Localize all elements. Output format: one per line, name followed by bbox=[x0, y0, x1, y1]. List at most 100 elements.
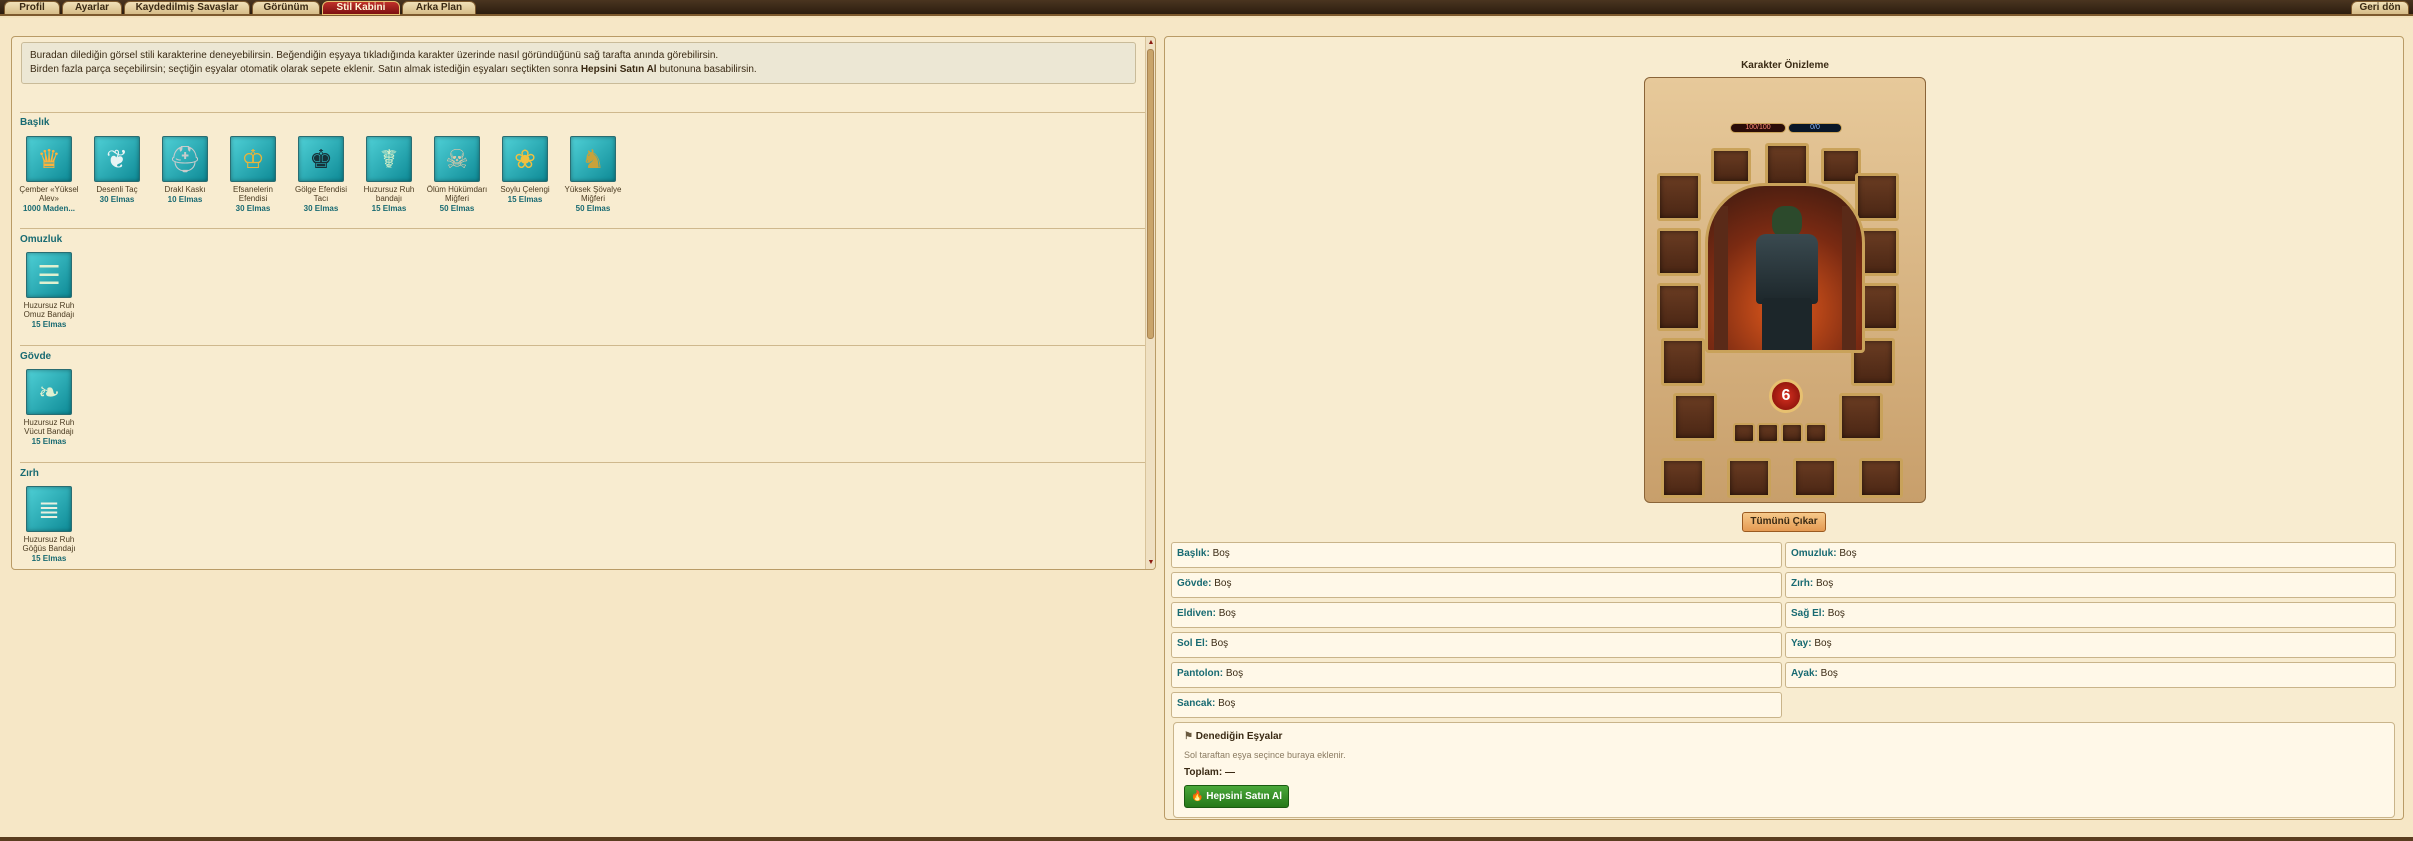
equipment-row-omuzluk: Omuzluk: Boş bbox=[1785, 542, 2396, 568]
item-name: Ölüm Hükümdarı Miğferi bbox=[426, 185, 488, 203]
slot-left-5[interactable] bbox=[1673, 393, 1717, 441]
level-badge: 6 bbox=[1769, 379, 1803, 413]
tab-profil[interactable]: Profil bbox=[4, 1, 60, 15]
items-scrollbar[interactable]: ▲ ▼ bbox=[1145, 37, 1155, 569]
item-cember-yuksel-alev[interactable]: ♛ Çember «Yüksel Alev» 1000 Maden... bbox=[18, 136, 80, 213]
tab-arka-plan[interactable]: Arka Plan bbox=[402, 1, 476, 15]
style-items-panel: Buradan dilediğin görsel stili karakteri… bbox=[11, 36, 1156, 570]
equipment-value: Boş bbox=[1814, 638, 1832, 649]
tried-items-title: ⚑ Denediğin Eşyalar bbox=[1184, 731, 1282, 742]
tab-stil-kabini[interactable]: Stil Kabini bbox=[322, 1, 400, 15]
equipment-row-sancak: Sancak: Boş bbox=[1171, 692, 1782, 718]
slot-left-1[interactable] bbox=[1657, 173, 1701, 221]
item-huzursuz-ruh-gogus-bandaji[interactable]: ≣ Huzursuz Ruh Göğüs Bandajı 15 Elmas bbox=[18, 486, 80, 563]
tab-gorunum[interactable]: Görünüm bbox=[252, 1, 320, 15]
scroll-up-arrow-icon[interactable]: ▲ bbox=[1146, 37, 1155, 49]
item-desenli-tac[interactable]: ❦ Desenli Taç 30 Elmas bbox=[86, 136, 148, 204]
total-label: Toplam: bbox=[1184, 767, 1223, 778]
bandage-head-icon: ☤ bbox=[366, 136, 412, 182]
item-price: 15 Elmas bbox=[507, 195, 543, 204]
tried-items-title-text: Denediğin Eşyalar bbox=[1195, 731, 1283, 742]
equipment-row-sag-el: Sağ El: Boş bbox=[1785, 602, 2396, 628]
info-line-2-end: butonuna basabilirsin. bbox=[656, 64, 757, 75]
equipment-row-baslik: Başlık: Boş bbox=[1171, 542, 1782, 568]
shadow-crown-icon: ♚ bbox=[298, 136, 344, 182]
character-preview-panel: Karakter Önizleme 100/100 0/0 6 Tümünü Ç… bbox=[1164, 36, 2404, 820]
slot-small-2[interactable] bbox=[1757, 423, 1779, 443]
info-line-2: Birden fazla parça seçebilirsin; seçtiği… bbox=[30, 63, 1127, 77]
item-golge-efendisi-taci[interactable]: ♚ Gölge Efendisi Tacı 30 Elmas bbox=[290, 136, 352, 213]
remove-all-button[interactable]: Tümünü Çıkar bbox=[1742, 512, 1826, 532]
equipment-value: Boş bbox=[1218, 698, 1236, 709]
section-divider bbox=[20, 112, 1146, 113]
slot-small-4[interactable] bbox=[1805, 423, 1827, 443]
info-line-2-bold: Hepsini Satın Al bbox=[580, 64, 657, 75]
tab-kaydedilmis-savaslar[interactable]: Kaydedilmiş Savaşlar bbox=[124, 1, 250, 15]
slot-left-4[interactable] bbox=[1661, 338, 1705, 386]
slot-bottom-4[interactable] bbox=[1859, 458, 1903, 498]
item-price: 15 Elmas bbox=[31, 437, 67, 446]
item-drakl-kaski[interactable]: ⛑ Drakl Kaskı 10 Elmas bbox=[154, 136, 216, 204]
item-efsanelerin-efendisi[interactable]: ♔ Efsanelerin Efendisi 30 Elmas bbox=[222, 136, 284, 213]
tried-items-empty: Sol taraftan eşya seçince buraya eklenir… bbox=[1184, 750, 1346, 760]
item-price: 15 Elmas bbox=[31, 320, 67, 329]
preview-title: Karakter Önizleme bbox=[1741, 60, 1829, 71]
scroll-down-arrow-icon[interactable]: ▼ bbox=[1146, 557, 1155, 569]
slot-right-5[interactable] bbox=[1839, 393, 1883, 441]
item-price: 50 Elmas bbox=[575, 204, 611, 213]
slot-small-3[interactable] bbox=[1781, 423, 1803, 443]
page-content: Buradan dilediğin görsel stili karakteri… bbox=[0, 18, 2413, 837]
item-yuksek-sovalye-migferi[interactable]: ♞ Yüksek Şövalye Miğferi 50 Elmas bbox=[562, 136, 624, 213]
back-button[interactable]: Geri dön bbox=[2351, 1, 2409, 15]
item-price: 30 Elmas bbox=[303, 204, 339, 213]
fire-icon: 🔥 bbox=[1191, 791, 1204, 802]
equipment-label: Omuzluk: bbox=[1791, 548, 1837, 559]
item-soylu-celengi[interactable]: ❀ Soylu Çelengi 15 Elmas bbox=[494, 136, 556, 204]
flame-crown-icon: ♛ bbox=[26, 136, 72, 182]
item-huzursuz-ruh-vucut-bandaji[interactable]: ❧ Huzursuz Ruh Vücut Bandajı 15 Elmas bbox=[18, 369, 80, 446]
skull-helmet-icon: ☠ bbox=[434, 136, 480, 182]
item-name: Huzursuz Ruh bandajı bbox=[363, 185, 415, 203]
item-name: Gölge Efendisi Tacı bbox=[294, 185, 348, 203]
equipment-label: Başlık: bbox=[1177, 548, 1210, 559]
equipment-label: Sağ El: bbox=[1791, 608, 1825, 619]
item-name: Yüksek Şövalye Miğferi bbox=[564, 185, 622, 203]
equipment-row-zirh: Zırh: Boş bbox=[1785, 572, 2396, 598]
section-title-baslik: Başlık bbox=[20, 117, 50, 128]
item-price: 15 Elmas bbox=[31, 554, 67, 563]
section-divider bbox=[20, 462, 1146, 463]
slot-left-top[interactable] bbox=[1711, 148, 1751, 184]
equipment-label: Yay: bbox=[1791, 638, 1812, 649]
character-figure bbox=[1705, 183, 1865, 353]
buy-all-button[interactable]: 🔥 Hepsini Satın Al bbox=[1184, 785, 1289, 808]
item-name: Huzursuz Ruh Omuz Bandajı bbox=[23, 301, 75, 319]
slot-head[interactable] bbox=[1765, 143, 1809, 187]
equipment-value: Boş bbox=[1816, 578, 1834, 589]
equipment-value: Boş bbox=[1212, 548, 1230, 559]
pillar-left bbox=[1714, 206, 1728, 350]
slot-bottom-3[interactable] bbox=[1793, 458, 1837, 498]
item-huzursuz-ruh-bandaji[interactable]: ☤ Huzursuz Ruh bandajı 15 Elmas bbox=[358, 136, 420, 213]
slot-small-1[interactable] bbox=[1733, 423, 1755, 443]
equipment-row-govde: Gövde: Boş bbox=[1171, 572, 1782, 598]
tab-ayarlar[interactable]: Ayarlar bbox=[62, 1, 122, 15]
equipment-value: Boş bbox=[1214, 578, 1232, 589]
info-line-2-start: Birden fazla parça seçebilirsin; seçtiği… bbox=[30, 64, 581, 75]
slot-right-1[interactable] bbox=[1855, 173, 1899, 221]
item-name: Desenli Taç bbox=[96, 185, 138, 194]
top-tab-bar: Profil Ayarlar Kaydedilmiş Savaşlar Görü… bbox=[0, 0, 2413, 16]
equipment-label: Zırh: bbox=[1791, 578, 1814, 589]
item-huzursuz-ruh-omuz-bandaji[interactable]: ☰ Huzursuz Ruh Omuz Bandajı 15 Elmas bbox=[18, 252, 80, 329]
item-olum-hukumdari-migferi[interactable]: ☠ Ölüm Hükümdarı Miğferi 50 Elmas bbox=[426, 136, 488, 213]
slot-bottom-1[interactable] bbox=[1661, 458, 1705, 498]
bottom-bar bbox=[0, 837, 2413, 841]
slot-left-3[interactable] bbox=[1657, 283, 1701, 331]
scroll-thumb[interactable] bbox=[1147, 49, 1154, 339]
flag-icon: ⚑ bbox=[1184, 731, 1193, 742]
equipment-label: Sol El: bbox=[1177, 638, 1209, 649]
equipment-row-yay: Yay: Boş bbox=[1785, 632, 2396, 658]
equipment-value: Boş bbox=[1820, 668, 1838, 679]
section-divider bbox=[20, 345, 1146, 346]
slot-bottom-2[interactable] bbox=[1727, 458, 1771, 498]
slot-left-2[interactable] bbox=[1657, 228, 1701, 276]
